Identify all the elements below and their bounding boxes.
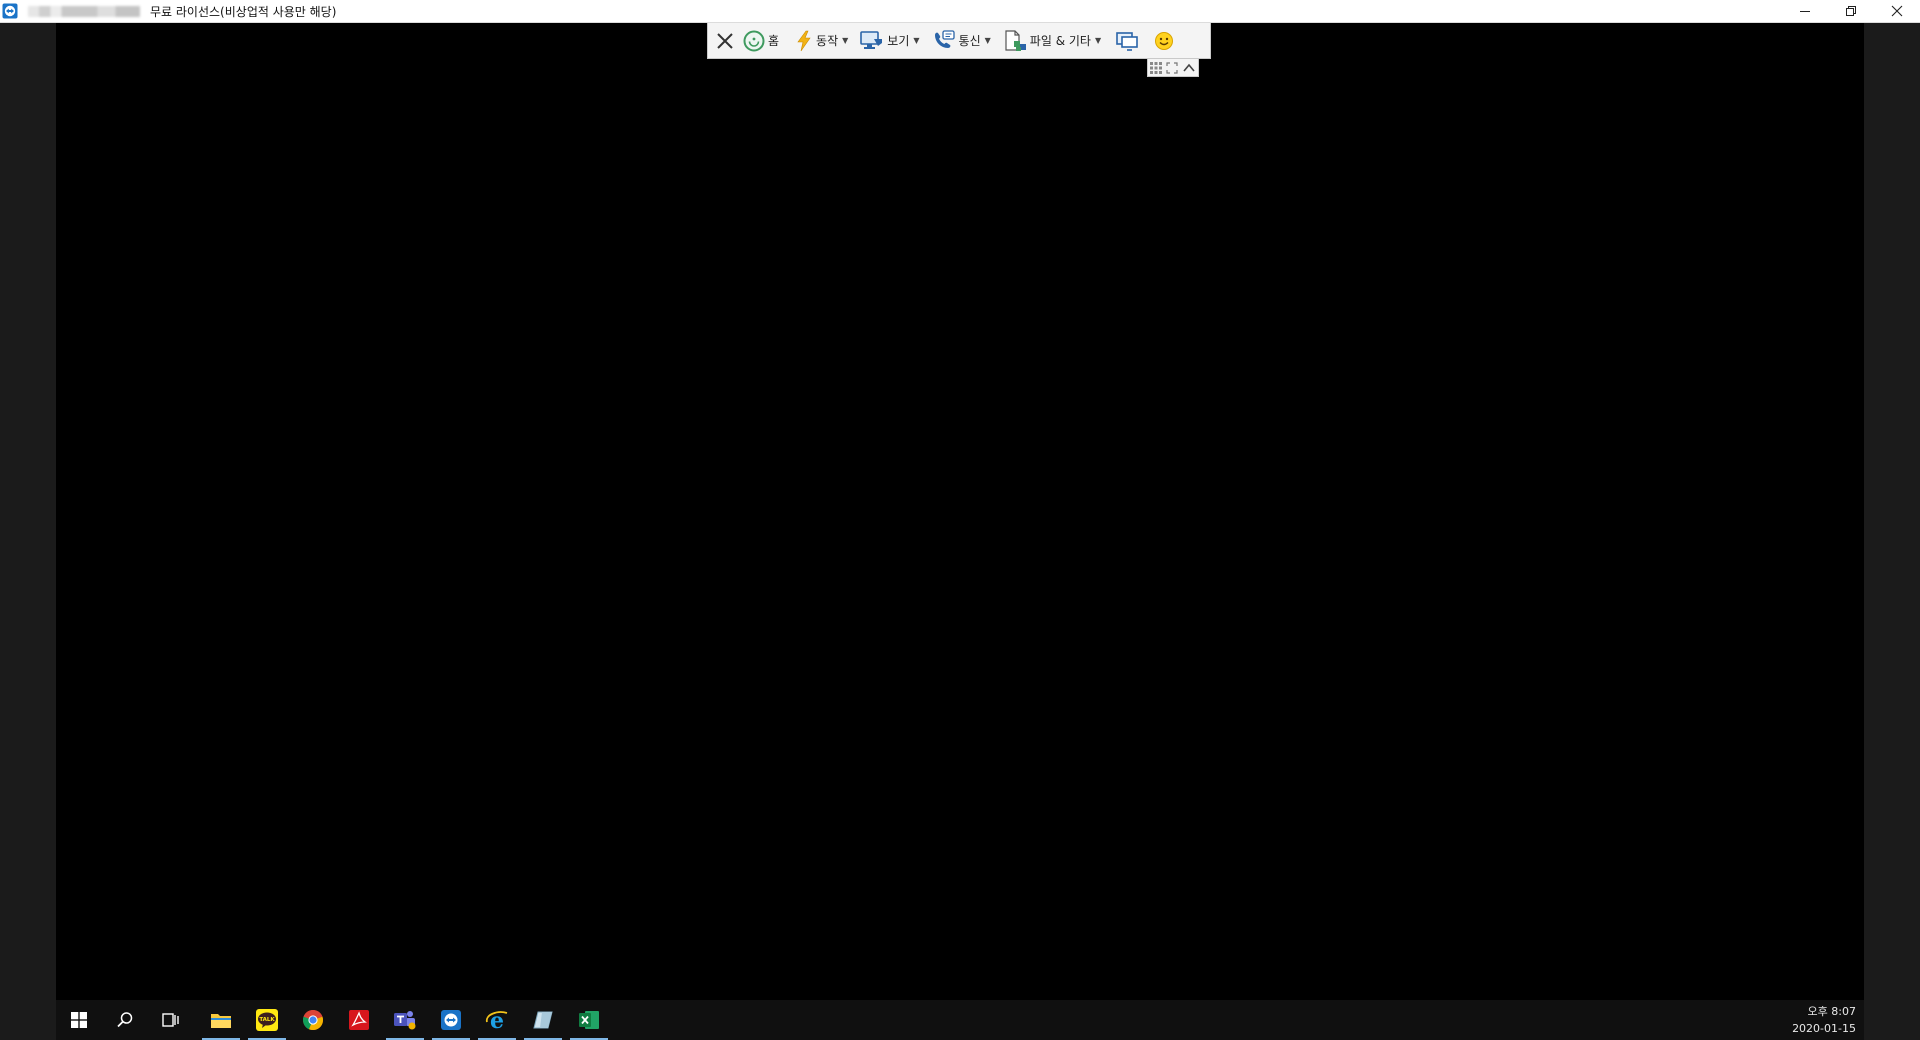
excel-icon [579, 1011, 599, 1029]
window-controls [1782, 0, 1920, 22]
toolbar-home-button[interactable]: 홈 [740, 23, 782, 59]
taskbar-remote-desktop[interactable] [428, 1000, 474, 1040]
taskbar: TALK e 오후 8:07 2020-01-15 [56, 1000, 1864, 1040]
chevron-down-icon: ▼ [913, 36, 920, 45]
close-icon [1891, 5, 1903, 17]
taskbar-acrobat[interactable] [336, 1000, 382, 1040]
file-transfer-icon [1005, 29, 1026, 51]
system-clock[interactable]: 오후 8:07 2020-01-15 [1792, 1003, 1856, 1037]
taskbar-excel[interactable] [566, 1000, 612, 1040]
restore-button[interactable] [1828, 0, 1874, 22]
smiley-icon [1155, 31, 1174, 50]
search-icon [117, 1012, 133, 1028]
home-icon [743, 30, 765, 51]
blurred-computer-name [28, 5, 140, 17]
taskbar-chrome[interactable] [290, 1000, 336, 1040]
window-title-bar: 무료 라이선스(비상업적 사용만 해당) [0, 0, 1920, 23]
windows-start-icon [71, 1012, 87, 1028]
folder-icon [211, 1014, 231, 1028]
toolbar-view-label: 보기 [887, 34, 910, 48]
toolbar-communication-label: 통신 [958, 34, 981, 48]
task-view-icon [162, 1013, 179, 1027]
kakaotalk-icon: TALK [256, 1009, 278, 1031]
chrome-icon [302, 1010, 324, 1031]
taskbar-search-button[interactable] [102, 1000, 148, 1040]
taskbar-start-button[interactable] [56, 1000, 102, 1040]
taskbar-notes[interactable] [520, 1000, 566, 1040]
minimize-icon [1800, 11, 1810, 12]
chevron-down-icon: ▼ [1094, 36, 1102, 45]
close-button[interactable] [1874, 0, 1920, 22]
remote-app-icon [441, 1010, 461, 1030]
chevron-down-icon: ▼ [984, 36, 991, 45]
notes-icon [533, 1011, 553, 1029]
grid-icon[interactable] [1150, 61, 1162, 74]
restore-icon [1846, 6, 1856, 16]
toolbar-actions-label: 동작 [816, 34, 839, 48]
window-title: 무료 라이선스(비상업적 사용만 해당) [150, 4, 337, 19]
toolbar-view-menu[interactable]: 보기 ▼ [857, 23, 922, 59]
toolbar-files-label: 파일 & 기타 [1029, 34, 1091, 48]
toolbar-files-menu[interactable]: 파일 & 기타 ▼ [1000, 23, 1104, 59]
chevron-down-icon: ▼ [842, 36, 849, 45]
taskbar-file-explorer[interactable] [198, 1000, 244, 1040]
remote-control-toolbar: 홈 동작 ▼ 보기 ▼ 통신 ▼ 파일 & 기타 ▼ [707, 23, 1211, 59]
clock-date: 2020-01-15 [1792, 1022, 1856, 1035]
lightning-icon [797, 30, 811, 51]
collapse-chevron-icon[interactable] [1182, 62, 1196, 74]
toolbar-communication-menu[interactable]: 통신 ▼ [929, 23, 994, 59]
remote-app-icon[interactable] [2, 3, 18, 19]
toolbar-feedback-button[interactable] [1150, 23, 1178, 59]
toolbar-close-button[interactable] [708, 23, 740, 59]
expand-icon[interactable] [1166, 61, 1178, 74]
teams-icon [394, 1011, 416, 1030]
dual-screen-icon [1116, 31, 1138, 51]
taskbar-task-view-button[interactable] [148, 1000, 194, 1040]
toolbar-sub-controls [1147, 59, 1199, 77]
toolbar-actions-menu[interactable]: 동작 ▼ [792, 23, 851, 59]
toolbar-screens-button[interactable] [1112, 23, 1142, 59]
phone-chat-icon [934, 29, 955, 48]
acrobat-icon [349, 1010, 369, 1030]
monitor-view-icon [860, 30, 883, 49]
toolbar-home-label: 홈 [768, 34, 780, 48]
taskbar-teams[interactable] [382, 1000, 428, 1040]
kakaotalk-logo-text: TALK [259, 1017, 275, 1023]
minimize-button[interactable] [1782, 0, 1828, 22]
remote-screen[interactable] [56, 23, 1864, 1000]
taskbar-kakaotalk[interactable]: TALK [244, 1000, 290, 1040]
taskbar-internet-explorer[interactable]: e [474, 1000, 520, 1040]
ie-icon: e [485, 1009, 508, 1031]
close-x-icon [717, 32, 733, 49]
clock-time: 오후 8:07 [1807, 1005, 1856, 1018]
